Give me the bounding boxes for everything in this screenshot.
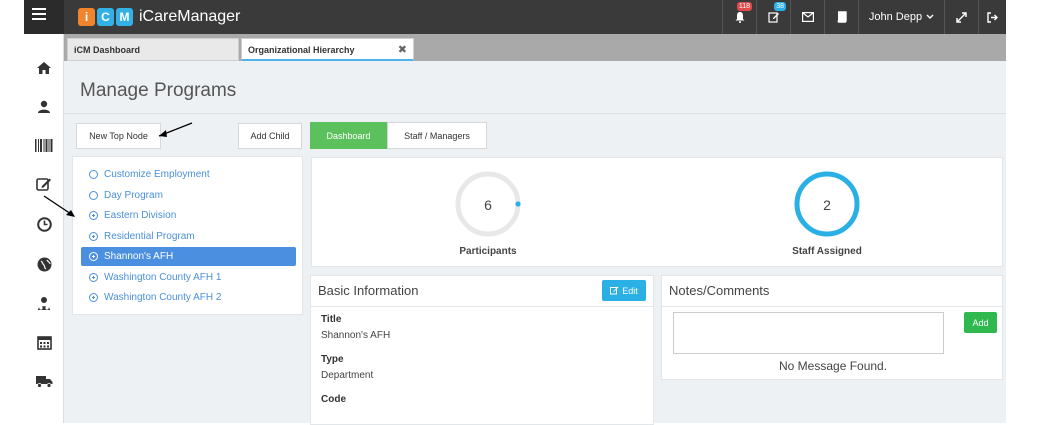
tree-item-label: Eastern Division <box>104 210 177 221</box>
annotation-arrow-icon <box>43 195 75 217</box>
notes-comments-title: Notes/Comments <box>669 283 770 298</box>
plus-circle-icon[interactable] <box>89 211 98 220</box>
bell-icon <box>735 12 744 23</box>
plus-circle-icon[interactable] <box>89 252 98 261</box>
edit-icon <box>610 286 619 295</box>
header-actions: 118 38 John Depp <box>722 0 1006 34</box>
globe-icon[interactable] <box>30 253 58 275</box>
tab-icm-dashboard[interactable]: iCM Dashboard <box>67 38 239 61</box>
dashboard-tab-button[interactable]: Dashboard <box>310 122 387 149</box>
add-child-button[interactable]: Add Child <box>238 123 302 149</box>
top-bar: i C M iCareManager 118 38 John Depp <box>24 0 1006 34</box>
code-field-label: Code <box>321 394 346 405</box>
logo-letter-i: i <box>78 8 95 26</box>
tree-item-washington-county-afh-2[interactable]: Washington County AFH 2 <box>81 288 296 307</box>
tree-item-customize-employment[interactable]: Customize Employment <box>81 165 296 184</box>
type-field-value: Department <box>321 370 374 381</box>
plus-circle-icon[interactable] <box>89 232 98 241</box>
edit-icon[interactable] <box>30 173 58 195</box>
participants-label: Participants <box>459 246 517 257</box>
title-divider <box>64 113 1006 114</box>
section-divider <box>311 306 653 307</box>
circle-icon <box>89 191 98 200</box>
tree-item-label: Shannon's AFH <box>104 251 174 262</box>
fullscreen-button[interactable] <box>944 0 978 34</box>
home-icon[interactable] <box>30 57 58 79</box>
tasks-count-badge: 38 <box>774 2 786 11</box>
left-nav <box>24 34 64 423</box>
tasks-button[interactable]: 38 <box>756 0 790 34</box>
add-note-button[interactable]: Add <box>964 312 997 333</box>
logout-button[interactable] <box>978 0 1006 34</box>
no-message-text: No Message Found. <box>779 359 888 373</box>
notifications-button[interactable]: 118 <box>722 0 756 34</box>
section-divider <box>662 306 1002 307</box>
program-tree: Customize Employment Day Program Eastern… <box>72 156 303 315</box>
barcode-icon[interactable] <box>30 134 58 156</box>
app-name: iCareManager <box>139 8 241 25</box>
logout-icon <box>987 11 998 23</box>
basic-information-panel: Basic Information Edit Title Shannon's A… <box>310 275 654 425</box>
staff-assigned-label: Staff Assigned <box>792 246 862 257</box>
tree-item-washington-county-afh-1[interactable]: Washington County AFH 1 <box>81 268 296 287</box>
plus-circle-icon[interactable] <box>89 273 98 282</box>
user-menu[interactable]: John Depp <box>858 0 944 34</box>
tree-item-label: Residential Program <box>104 231 195 242</box>
tree-item-day-program[interactable]: Day Program <box>81 186 296 205</box>
new-top-node-button[interactable]: New Top Node <box>76 123 161 149</box>
tree-item-label: Customize Employment <box>104 169 210 180</box>
user-name: John Depp <box>868 11 923 23</box>
staff-assigned-count: 2 <box>823 197 831 213</box>
circle-icon <box>89 170 98 179</box>
title-field-value: Shannon's AFH <box>321 330 391 341</box>
close-icon[interactable]: ✖ <box>398 43 407 56</box>
stats-panel: 6 Participants 2 Staff Assigned <box>311 157 1003 267</box>
hamburger-icon <box>32 8 46 20</box>
book-icon <box>837 11 847 23</box>
notes-comments-panel: Notes/Comments Add No Message Found. <box>661 275 1003 380</box>
tree-item-label: Washington County AFH 2 <box>104 292 222 303</box>
truck-icon[interactable] <box>30 370 58 392</box>
logo-letter-c: C <box>97 8 114 26</box>
notes-textarea[interactable] <box>673 312 944 354</box>
tree-item-residential-program[interactable]: Residential Program <box>81 227 296 246</box>
participants-count: 6 <box>484 197 492 213</box>
edit-button-label: Edit <box>622 285 638 296</box>
staff-icon[interactable] <box>30 292 58 314</box>
tab-bar: iCM Dashboard Organizational Hierarchy ✖ <box>64 34 1006 61</box>
user-icon[interactable] <box>30 96 58 118</box>
tree-item-eastern-division[interactable]: Eastern Division <box>81 206 296 225</box>
messages-button[interactable] <box>790 0 824 34</box>
logo-letter-m: M <box>116 8 133 26</box>
tree-item-shannons-afh[interactable]: Shannon's AFH <box>81 247 296 266</box>
edit-icon <box>767 12 779 23</box>
staff-managers-tab-button[interactable]: Staff / Managers <box>387 122 487 149</box>
menu-toggle[interactable] <box>24 0 64 34</box>
tab-label: iCM Dashboard <box>74 45 141 55</box>
notification-count-badge: 118 <box>736 2 752 11</box>
tree-item-label: Washington County AFH 1 <box>104 272 222 283</box>
basic-information-title: Basic Information <box>318 283 419 298</box>
main-content: Manage Programs New Top Node Add Child D… <box>64 61 1006 425</box>
page-title: Manage Programs <box>80 80 237 101</box>
envelope-icon <box>801 12 814 22</box>
type-field-label: Type <box>321 354 344 365</box>
expand-icon <box>956 11 967 23</box>
tree-item-label: Day Program <box>104 190 163 201</box>
title-field-label: Title <box>321 314 342 325</box>
edit-button[interactable]: Edit <box>602 280 646 301</box>
tab-organizational-hierarchy[interactable]: Organizational Hierarchy ✖ <box>241 38 414 61</box>
calendar-icon[interactable] <box>30 331 58 353</box>
annotation-arrow-icon <box>158 122 193 137</box>
app-logo[interactable]: i C M iCareManager <box>78 6 240 28</box>
tab-label: Organizational Hierarchy <box>248 45 355 55</box>
plus-circle-icon[interactable] <box>89 293 98 302</box>
book-button[interactable] <box>824 0 858 34</box>
chevron-down-icon <box>926 14 934 19</box>
